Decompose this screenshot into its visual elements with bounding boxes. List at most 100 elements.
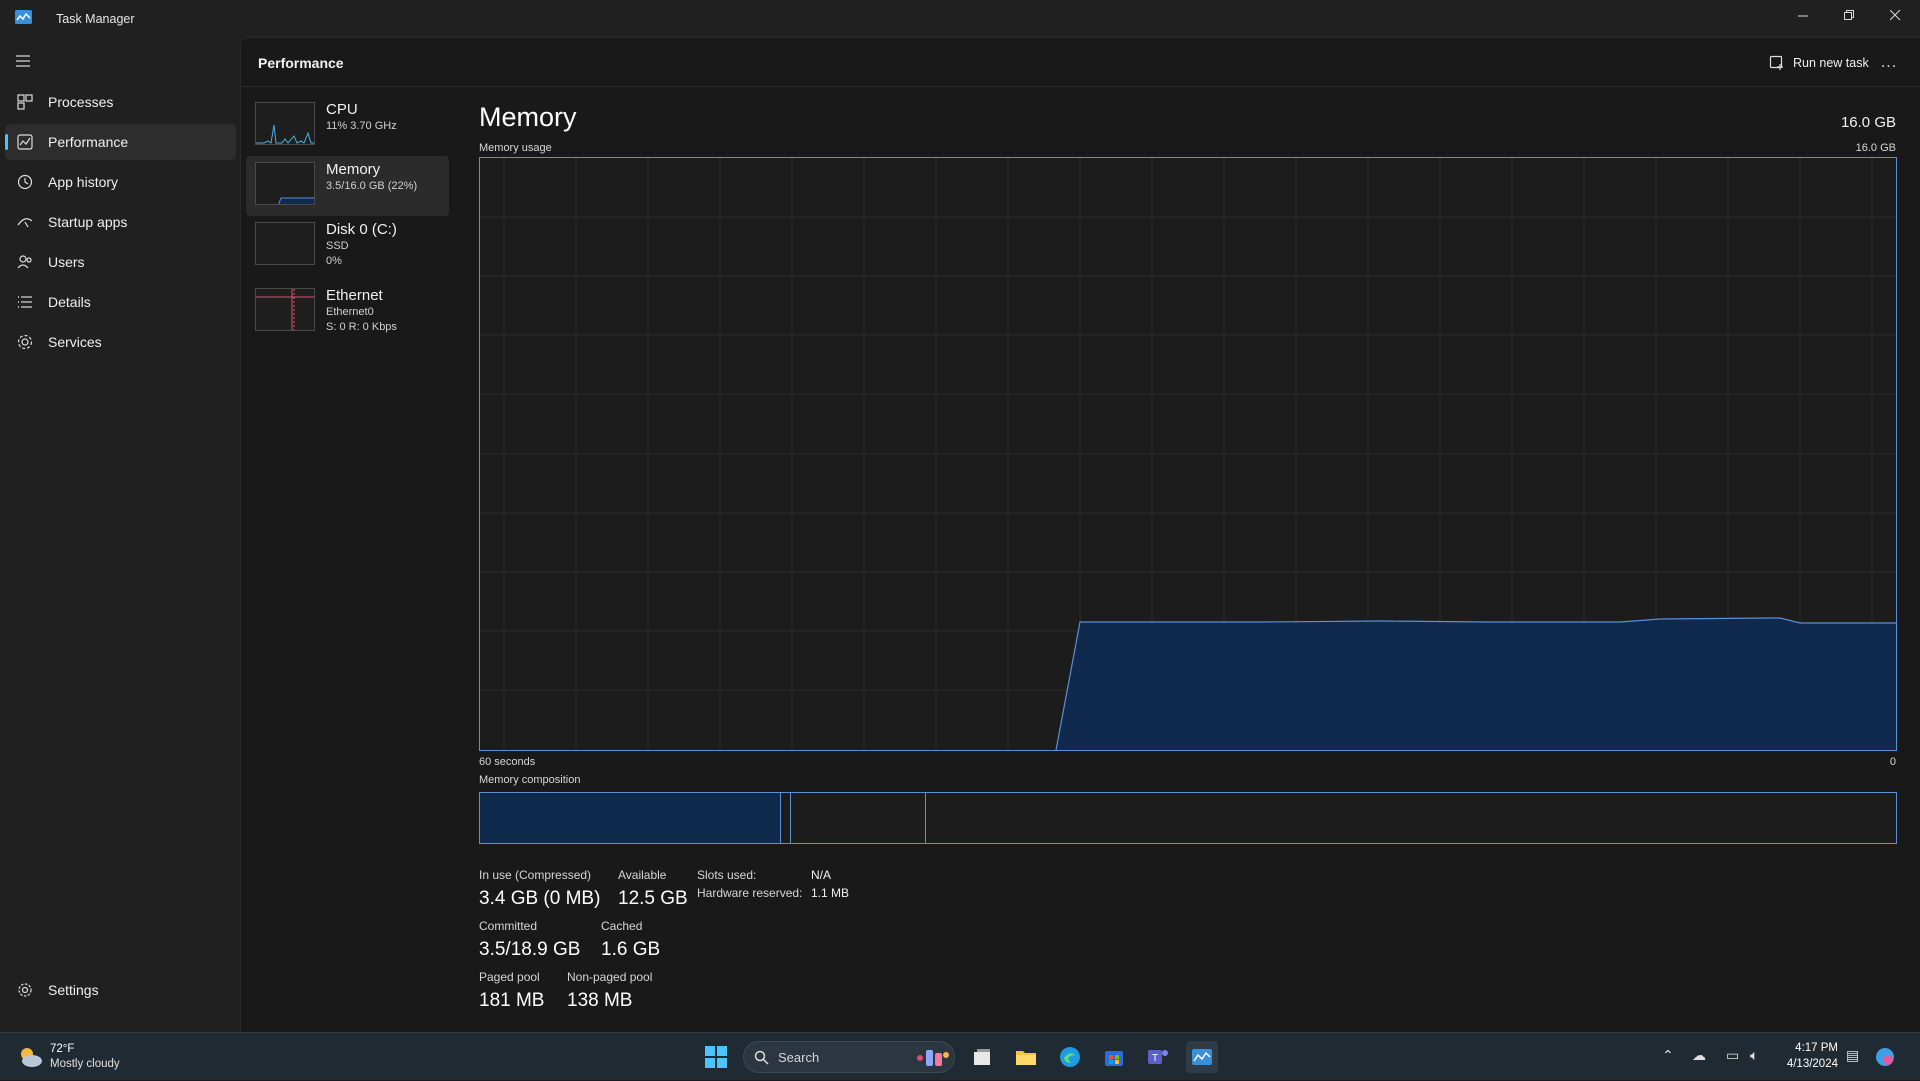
non-paged-pool-label: Non-paged pool (567, 970, 653, 984)
committed-value: 3.5/18.9 GB (479, 939, 581, 960)
sidebar-item-performance[interactable]: Performance (5, 124, 236, 160)
detail-title: Memory (479, 102, 577, 132)
hardware-reserved-label: Hardware reserved: (697, 886, 803, 900)
teams-button[interactable]: T (1142, 1041, 1174, 1073)
resource-item-cpu[interactable]: CPU 11% 3.70 GHz (246, 96, 449, 156)
task-manager-icon (15, 10, 32, 24)
sidebar-item-label: Performance (48, 134, 129, 150)
composition-in-use (480, 793, 781, 843)
weather-temp: 72°F (50, 1043, 75, 1055)
task-view-button[interactable] (966, 1041, 998, 1073)
sidebar-item-processes[interactable]: Processes (5, 84, 236, 120)
sidebar-item-startup-apps[interactable]: Startup apps (5, 204, 236, 240)
memory-total: 16.0 GB (1840, 114, 1896, 131)
available-label: Available (618, 868, 667, 882)
page-title: Performance (258, 55, 344, 71)
sidebar-item-label: Processes (48, 94, 114, 110)
memory-composition-bar (479, 792, 1897, 844)
show-hidden-icons[interactable]: ⌃ (1662, 1047, 1674, 1064)
sidebar-item-details[interactable]: Details (5, 284, 236, 320)
paged-pool-label: Paged pool (479, 970, 540, 984)
sidebar-item-app-history[interactable]: App history (5, 164, 236, 200)
composition-standby (925, 793, 926, 843)
window-title: Task Manager (56, 12, 135, 26)
details-icon (18, 296, 32, 308)
users-icon (17, 255, 32, 269)
title-bar: Task Manager (0, 0, 1920, 37)
minimize-icon (1797, 15, 1808, 16)
resource-sub: 11% 3.70 GHz (326, 120, 397, 132)
cached-value: 1.6 GB (601, 939, 661, 960)
header-divider (241, 86, 1920, 87)
taskbar-search[interactable]: Search (743, 1041, 955, 1073)
memory-composition-label: Memory composition (479, 774, 581, 786)
svg-text:T: T (1152, 1053, 1158, 1064)
processes-icon (17, 94, 33, 110)
sidebar-item-users[interactable]: Users (5, 244, 236, 280)
network-icon[interactable]: ▭ (1726, 1047, 1739, 1064)
sidebar-item-label: Startup apps (48, 214, 128, 230)
sidebar: Processes Performance App history Startu… (0, 37, 240, 1032)
start-button[interactable] (700, 1041, 732, 1073)
in-use-value: 3.4 GB (0 MB) (479, 888, 601, 909)
run-task-icon (1769, 55, 1783, 70)
sidebar-item-settings[interactable]: Settings (5, 972, 236, 1008)
onedrive-icon[interactable]: ☁ (1692, 1047, 1706, 1064)
store-icon (1105, 1051, 1123, 1066)
slots-used-label: Slots used: (697, 868, 757, 882)
file-explorer-button[interactable] (1010, 1041, 1042, 1073)
sidebar-item-label: Services (48, 334, 102, 350)
copilot-icon[interactable] (1874, 1046, 1896, 1068)
settings-label: Settings (48, 982, 99, 998)
close-icon (1889, 9, 1900, 20)
teams-icon: T (1148, 1050, 1168, 1064)
disk-thumbnail (255, 222, 315, 265)
memory-usage-area (1056, 618, 1896, 750)
search-highlight-icon (917, 1050, 949, 1066)
non-paged-pool-value: 138 MB (567, 990, 633, 1011)
weather-widget[interactable]: 72°F Mostly cloudy (0, 1033, 160, 1081)
cached-label: Cached (601, 919, 643, 933)
resource-item-memory[interactable]: Memory 3.5/16.0 GB (22%) (246, 156, 449, 216)
run-new-task-button[interactable]: Run new task (1759, 47, 1879, 79)
gear-icon (18, 983, 32, 997)
ethernet-thumbnail (255, 288, 315, 331)
weather-desc: Mostly cloudy (50, 1058, 120, 1070)
more-options-button[interactable]: ... (1873, 47, 1905, 79)
resource-sub: SSD (326, 240, 349, 252)
startup-icon (17, 218, 33, 228)
cloudy-weather-icon (21, 1048, 42, 1067)
cpu-thumbnail (255, 102, 315, 145)
clock-time[interactable]: 4:17 PM (1795, 1042, 1838, 1054)
resource-sub: S: 0 R: 0 Kbps (326, 321, 397, 333)
sidebar-item-label: App history (48, 174, 119, 190)
task-manager-taskbar-button[interactable] (1186, 1041, 1218, 1073)
search-placeholder: Search (778, 1050, 820, 1065)
sidebar-item-services[interactable]: Services (5, 324, 236, 360)
memory-usage-graph (479, 157, 1897, 751)
folder-icon (1016, 1051, 1036, 1065)
edge-icon (1060, 1047, 1080, 1067)
notifications-icon[interactable]: ▤ (1846, 1047, 1859, 1064)
restore-button[interactable] (1826, 0, 1872, 30)
volume-icon[interactable]: 🔈︎ (1750, 1047, 1758, 1064)
minimize-button[interactable] (1780, 0, 1826, 30)
memory-thumbnail (255, 162, 315, 205)
task-view-icon (974, 1049, 990, 1065)
resource-item-disk[interactable]: Disk 0 (C:) SSD 0% (246, 216, 449, 276)
hamburger-menu-icon[interactable] (13, 53, 33, 69)
resource-item-ethernet[interactable]: Ethernet Ethernet0 S: 0 R: 0 Kbps (246, 282, 449, 342)
graph-axis-left: 60 seconds (479, 756, 536, 768)
edge-browser-button[interactable] (1054, 1041, 1086, 1073)
store-button[interactable] (1098, 1041, 1130, 1073)
clock-date[interactable]: 4/13/2024 (1787, 1058, 1838, 1070)
restore-icon (1843, 9, 1854, 20)
taskbar: 72°F Mostly cloudy Search T ⌃ ☁ ▭ 🔈︎ 4:1… (0, 1032, 1920, 1080)
sidebar-item-label: Details (48, 294, 91, 310)
close-button[interactable] (1872, 0, 1918, 30)
resource-sub: Ethernet0 (326, 306, 374, 318)
resource-sub: 3.5/16.0 GB (22%) (326, 180, 418, 192)
in-use-label: In use (Compressed) (479, 868, 592, 882)
search-icon (754, 1050, 769, 1065)
task-manager-taskbar-icon (1192, 1049, 1212, 1065)
